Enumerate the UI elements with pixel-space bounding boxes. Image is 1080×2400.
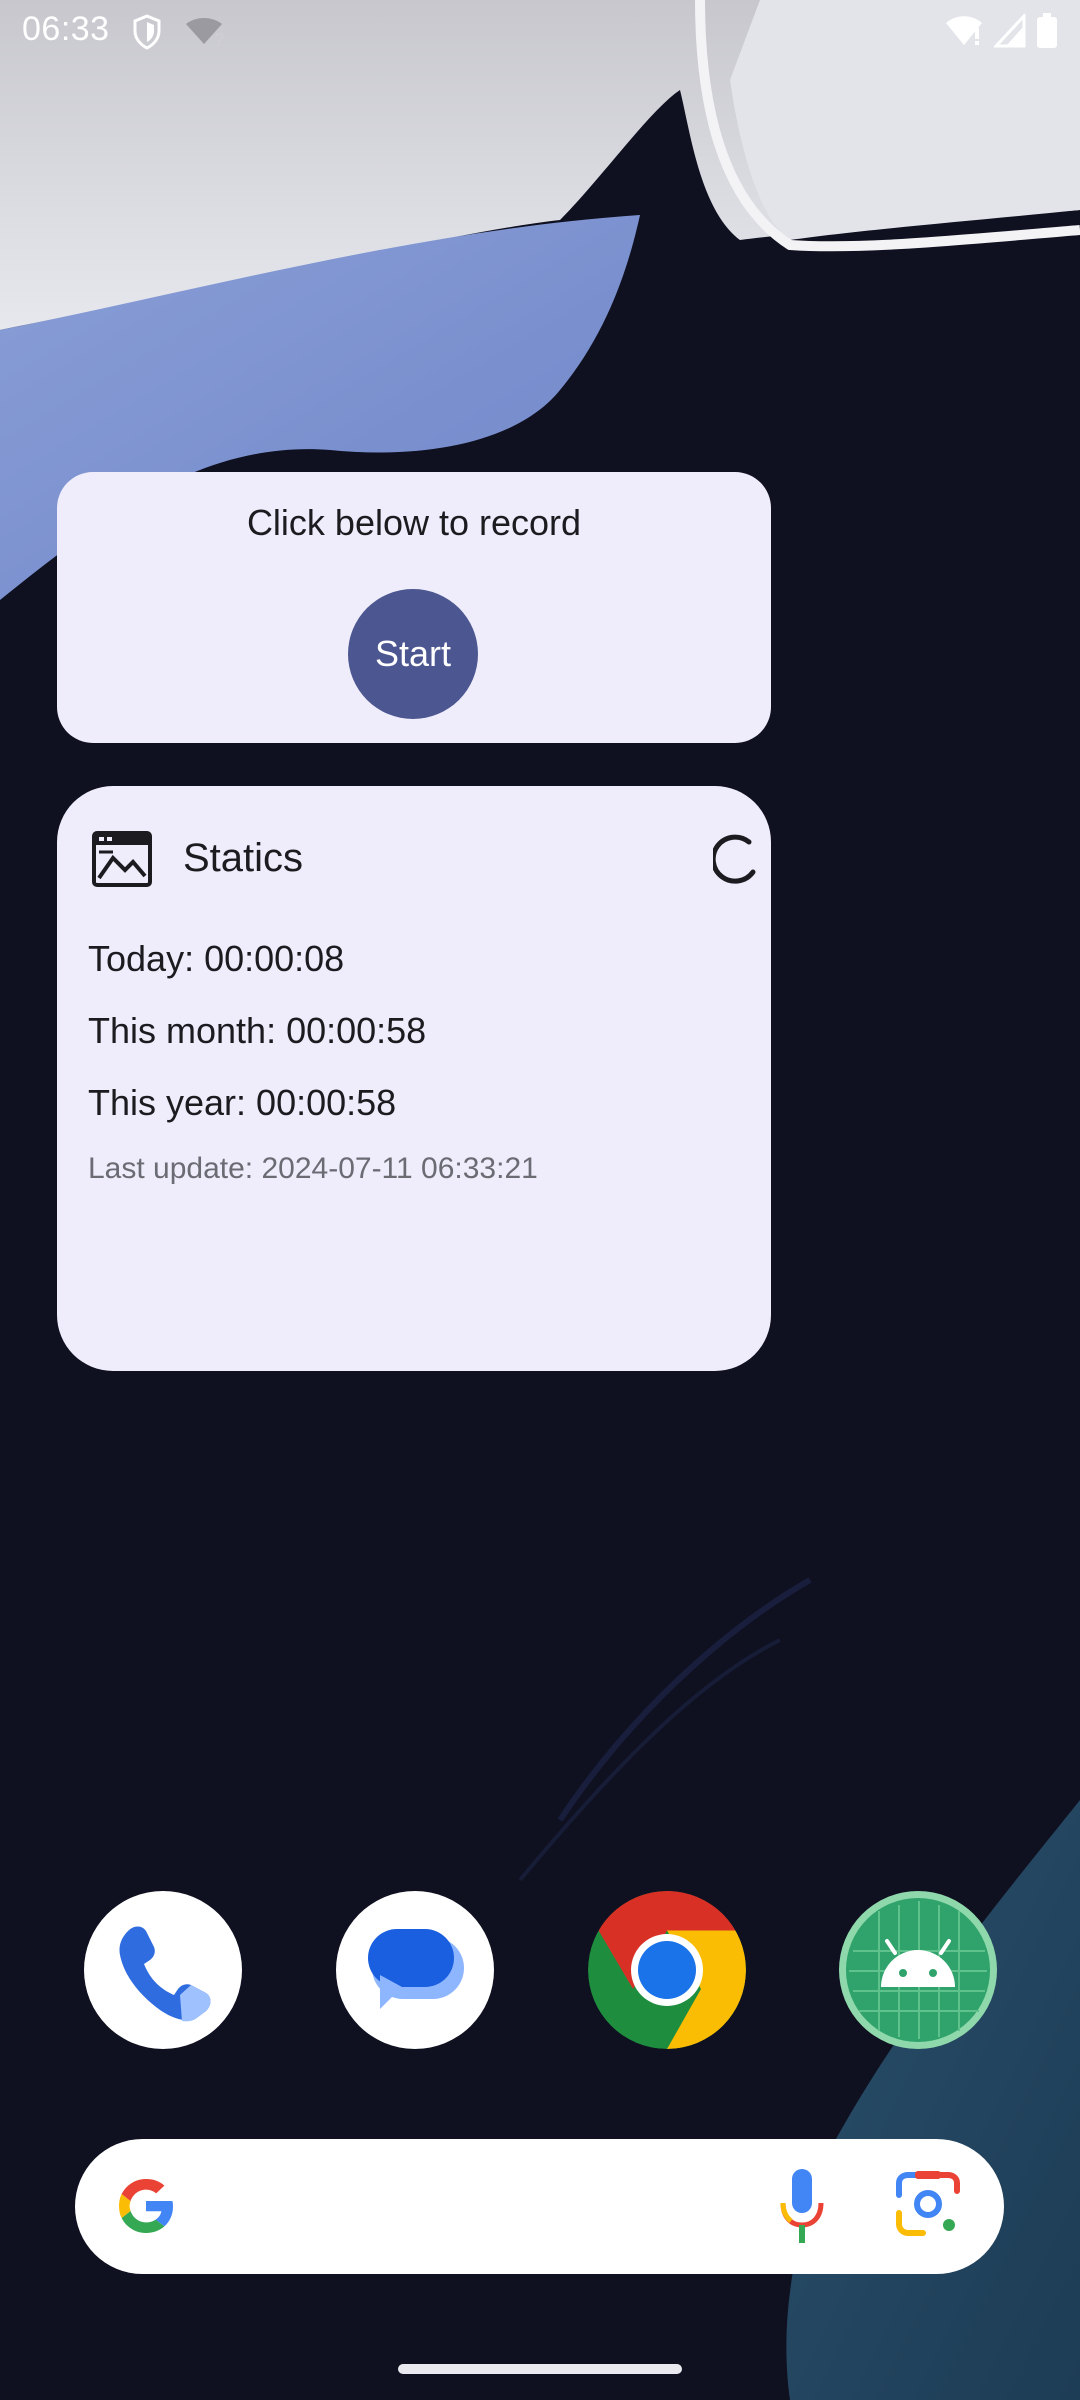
record-widget-title: Click below to record xyxy=(246,502,582,543)
status-time: 06:33 xyxy=(22,10,110,48)
wifi-icon xyxy=(944,14,984,53)
signal-icon xyxy=(992,12,1026,53)
record-widget: Click below to record Start xyxy=(57,472,771,743)
shield-icon xyxy=(132,14,162,55)
google-search-bar[interactable] xyxy=(75,2139,1004,2274)
gesture-nav-handle[interactable] xyxy=(398,2364,682,2374)
statics-image-icon xyxy=(91,830,153,893)
phone-app-icon[interactable] xyxy=(84,1891,242,2049)
statics-title: Statics xyxy=(183,836,304,880)
statics-widget[interactable]: Statics Today: 00:00:08 This month: 00:0… xyxy=(57,786,771,1371)
stat-this-year: This year: 00:00:58 xyxy=(88,1082,397,1123)
battery-icon xyxy=(1036,13,1058,54)
lens-icon[interactable] xyxy=(893,2169,963,2244)
android-app-icon[interactable] xyxy=(839,1891,997,2049)
stat-this-month: This month: 00:00:58 xyxy=(88,1010,427,1051)
stat-today: Today: 00:00:08 xyxy=(88,938,345,979)
status-bar: 06:33 ? xyxy=(0,0,1080,64)
wifi-no-internet-icon: ? xyxy=(184,16,226,53)
refresh-icon[interactable] xyxy=(710,832,761,889)
start-button[interactable]: Start xyxy=(348,589,478,719)
last-update: Last update: 2024-07-11 06:33:21 xyxy=(88,1152,538,1185)
mic-icon[interactable] xyxy=(775,2167,829,2252)
svg-text:?: ? xyxy=(214,30,224,48)
chrome-app-icon[interactable] xyxy=(588,1891,746,2049)
messages-app-icon[interactable] xyxy=(336,1891,494,2049)
google-g-icon xyxy=(115,2175,177,2242)
